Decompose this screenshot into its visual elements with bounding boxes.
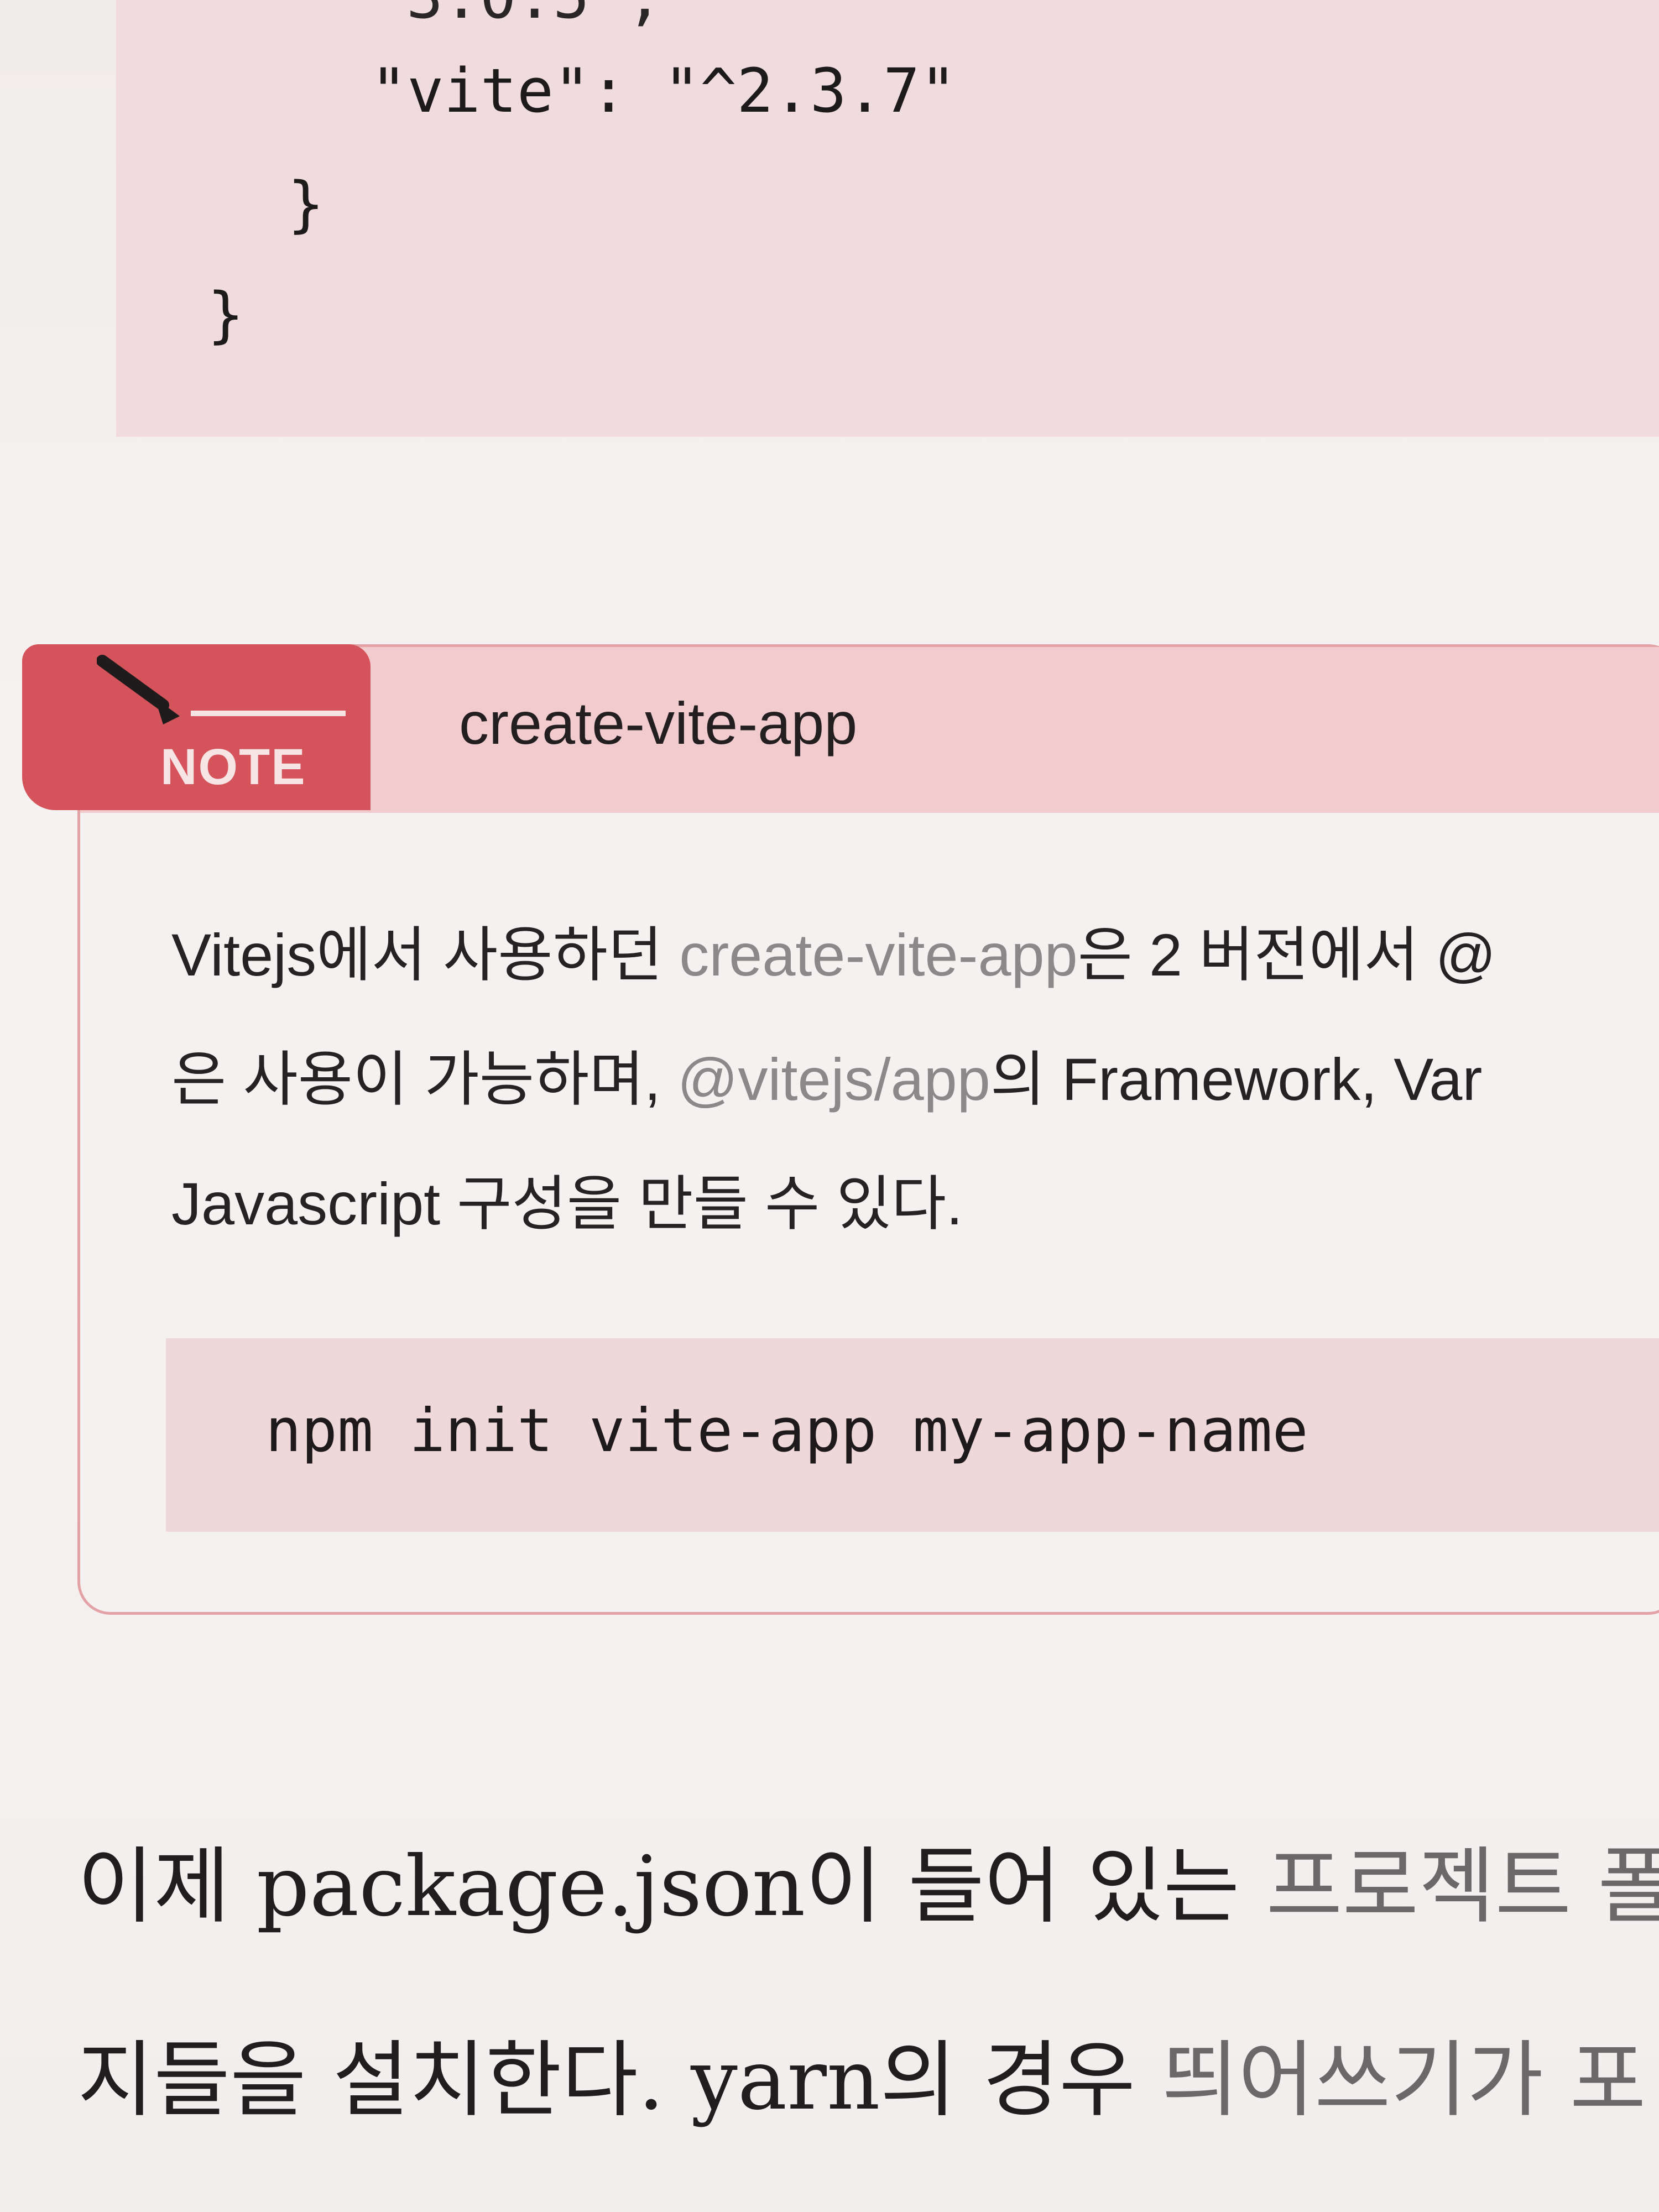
- note-title: create-vite-app: [459, 690, 858, 757]
- note-text: 은 2 버전에서 @: [1077, 921, 1496, 988]
- body-text-line-2: 지들을 설치한다. yarn의 경우 띄어쓰기가 포: [77, 2013, 1646, 2133]
- body-text: 이제 package.json이 들어 있는: [77, 1839, 1266, 1935]
- note-paragraph-line-3: Javascript 구성을 만들 수 있다.: [171, 1170, 963, 1237]
- body-text-line-1: 이제 package.json이 들어 있는 프로젝트 폴: [77, 1819, 1659, 1939]
- note-text: Vitejs에서 사용하던: [171, 921, 680, 988]
- body-text-faded: 띄어쓰기가 포: [1161, 2032, 1646, 2128]
- note-text: 은 사용이 가능하며,: [171, 1046, 677, 1113]
- note-text: 의 Framework, Var: [990, 1046, 1483, 1113]
- note-paragraph-line-2: 은 사용이 가능하며, @vitejs/app의 Framework, Var: [171, 1031, 1482, 1118]
- code-line-vite: "vite": "^2.3.7": [371, 55, 957, 126]
- body-text: 지들을 설치한다. yarn의 경우: [77, 2032, 1162, 2128]
- code-line-partial: 3.0.5",: [406, 0, 663, 32]
- pencil-icon: [97, 655, 346, 724]
- note-paragraph-line-1: Vitejs에서 사용하던 create-vite-app은 2 버전에서 @: [171, 907, 1496, 993]
- code-line-brace-outer: }: [207, 279, 244, 350]
- note-code-text: npm init vite-app my-app-name: [265, 1396, 1308, 1465]
- note-text-code-ref: @vitejs/app: [677, 1046, 990, 1113]
- note-text-code-ref: create-vite-app: [679, 921, 1078, 988]
- code-line-brace-inner: }: [288, 169, 325, 239]
- body-text-faded: 프로젝트 폴: [1266, 1839, 1659, 1935]
- note-badge-label: NOTE: [160, 739, 306, 795]
- book-page: 3.0.5", "vite": "^2.3.7" } } NOTE create…: [0, 0, 1659, 2212]
